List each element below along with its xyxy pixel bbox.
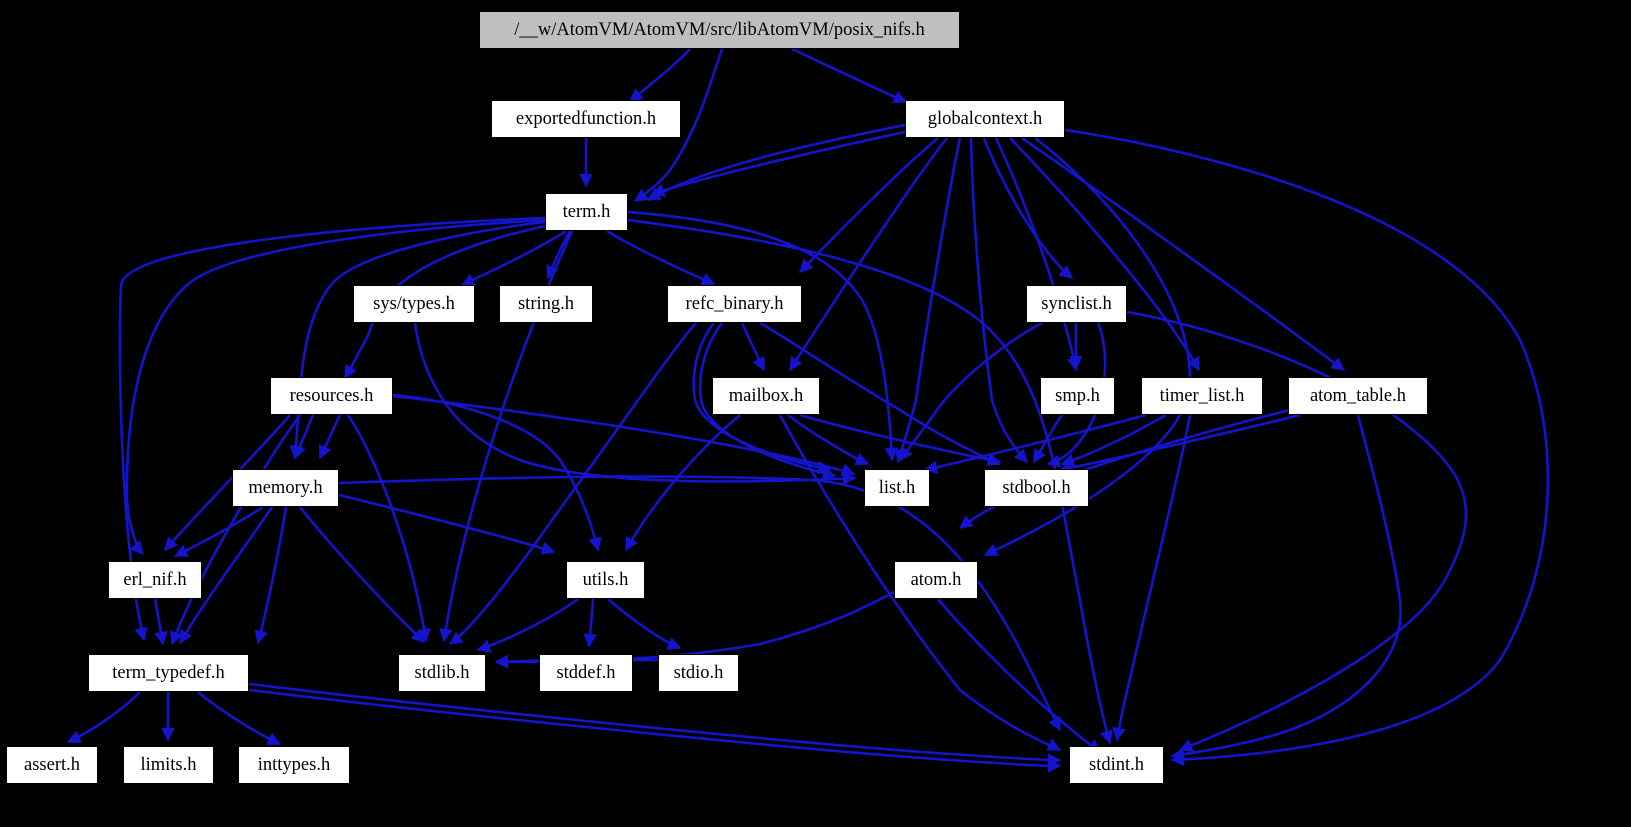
graph-edge (788, 137, 949, 372)
graph-node-term[interactable]: term.h (545, 193, 628, 231)
graph-node-stdlib[interactable]: stdlib.h (398, 654, 486, 692)
graph-edge (254, 506, 288, 645)
graph-node-mailbox[interactable]: mailbox.h (712, 377, 820, 415)
graph-node-memory[interactable]: memory.h (232, 469, 339, 507)
graph-edge (169, 414, 302, 646)
graph-edge (1064, 128, 1550, 767)
graph-node-list[interactable]: list.h (864, 469, 930, 507)
graph-node-exportedfunction[interactable]: exportedfunction.h (491, 100, 681, 138)
graph-edge (646, 123, 906, 202)
graph-edge (799, 137, 939, 273)
graph-node-atom[interactable]: atom.h (894, 561, 978, 599)
graph-node-root[interactable]: /__w/AtomVM/AtomVM/src/libAtomVM/posix_n… (479, 11, 960, 49)
graph-node-utils[interactable]: utils.h (566, 561, 645, 599)
graph-node-stdint[interactable]: stdint.h (1069, 746, 1164, 784)
graph-node-stdio[interactable]: stdio.h (658, 654, 739, 692)
graph-edge (197, 691, 282, 746)
graph-edge (494, 590, 895, 669)
graph-node-erl_nif[interactable]: erl_nif.h (108, 561, 202, 599)
graph-edge (1170, 414, 1402, 761)
graph-node-stddef[interactable]: stddef.h (539, 654, 633, 692)
graph-node-globalcontext[interactable]: globalcontext.h (905, 100, 1065, 138)
graph-edge (248, 682, 1062, 767)
graph-edge (606, 229, 716, 286)
graph-node-string[interactable]: string.h (499, 285, 593, 323)
graph-node-refc_binary[interactable]: refc_binary.h (667, 285, 802, 323)
graph-node-atom_table[interactable]: atom_table.h (1288, 377, 1428, 415)
graph-edge (740, 322, 766, 372)
graph-edge (994, 137, 1081, 372)
graph-edge (583, 598, 597, 648)
graph-edge (346, 414, 431, 643)
graph-edge (627, 210, 899, 462)
graph-node-smp[interactable]: smp.h (1040, 377, 1115, 415)
graph-edge (460, 229, 567, 287)
graph-edge (173, 505, 264, 558)
graph-edge (476, 597, 579, 653)
graph-edge (153, 598, 168, 646)
graph-edge (298, 506, 425, 643)
graph-node-synclist[interactable]: synclist.h (1026, 285, 1127, 323)
graph-edge (898, 321, 1043, 462)
graph-edge (66, 691, 141, 744)
graph-edge (969, 137, 1028, 463)
graph-node-timer_list[interactable]: timer_list.h (1141, 377, 1263, 415)
include-dependency-graph: /__w/AtomVM/AtomVM/src/libAtomVM/posix_n… (0, 0, 1631, 827)
graph-edge (1009, 137, 1201, 372)
graph-edge (628, 48, 691, 103)
graph-edge (650, 130, 906, 197)
graph-edge (607, 598, 682, 650)
graph-node-term_typedef[interactable]: term_typedef.h (88, 654, 249, 692)
graph-node-limits[interactable]: limits.h (123, 746, 214, 784)
graph-edge (318, 414, 342, 460)
graph-node-resources[interactable]: resources.h (270, 377, 393, 415)
graph-edge (1112, 414, 1192, 742)
graph-edge (338, 493, 556, 555)
graph-node-inttypes[interactable]: inttypes.h (238, 746, 350, 784)
graph-node-stdbool[interactable]: stdbool.h (984, 469, 1089, 507)
graph-node-systypes[interactable]: sys/types.h (353, 285, 475, 323)
graph-edge (791, 47, 908, 104)
graph-node-assert[interactable]: assert.h (6, 746, 98, 784)
graph-edge (546, 230, 572, 280)
